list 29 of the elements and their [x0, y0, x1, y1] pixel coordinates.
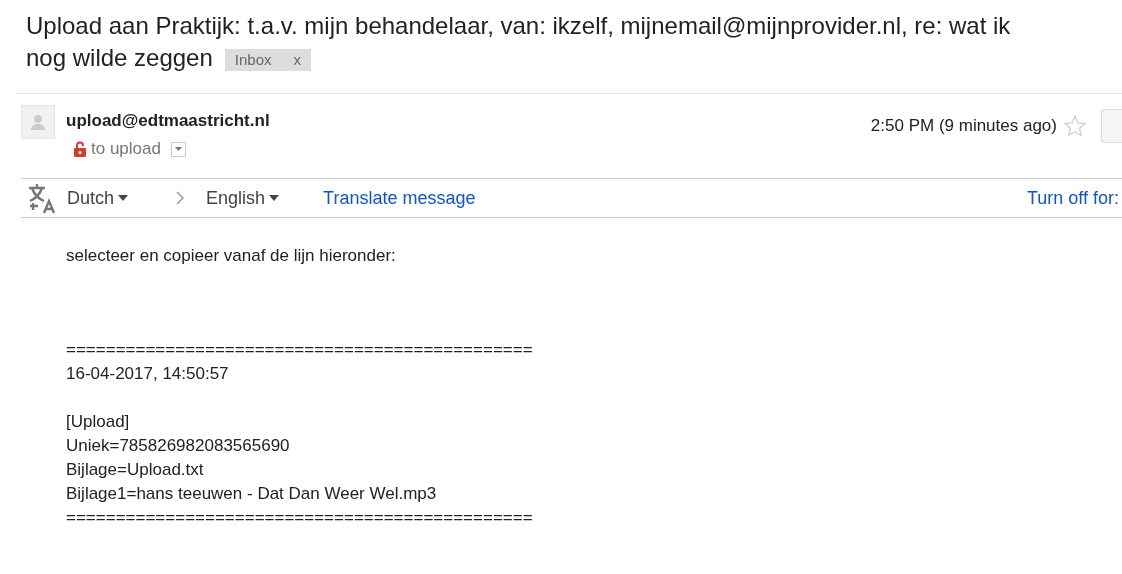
translate-message-link[interactable]: Translate message — [323, 187, 476, 209]
reply-button[interactable] — [1101, 109, 1122, 143]
chevron-icon — [176, 191, 185, 205]
body-text-line: =============================================== — [66, 507, 534, 529]
source-language-dropdown[interactable]: Dutch — [67, 187, 129, 209]
body-text-line: 16-04-2017, 14:50:57 — [66, 363, 230, 385]
details-dropdown-button[interactable] — [170, 141, 186, 157]
body-text-line: Bijlage=Upload.txt — [66, 459, 205, 481]
message-time: 2:50 PM (9 minutes ago) — [870, 116, 1057, 136]
avatar-icon — [21, 105, 55, 139]
padlock-icon — [74, 141, 86, 157]
body-text-line: Bijlage1=hans teeuwen - Dat Dan Weer Wel.mp3 — [66, 483, 438, 505]
email-subject: nog wilde zeggen — [26, 44, 213, 71]
caret-icon — [118, 195, 129, 201]
body-text-line: selecteer en copieer vanaf de lijn hieronder: — [66, 245, 397, 267]
recipient-text: to upload — [91, 139, 161, 159]
translate-icon — [27, 182, 57, 214]
star-icon[interactable] — [1063, 114, 1087, 138]
body-text-line: [Upload] — [66, 411, 131, 433]
turn-off-link[interactable]: Turn off for: — [1026, 187, 1122, 209]
target-language-dropdown[interactable]: English — [206, 187, 280, 209]
remove-label-button[interactable]: x — [293, 48, 301, 71]
body-text-line: =============================================== — [66, 339, 534, 361]
caret-icon — [269, 195, 280, 201]
email-subject: Upload aan Praktijk: t.a.v. mijn behandelaar, van: ikzelf, mijnemail@mijnprovider.nl, re: wat ik — [26, 12, 1011, 39]
sender-address: upload@edtmaastricht.nl — [66, 111, 271, 131]
body-text-line: Uniek=785826982083565690 — [66, 435, 291, 457]
caret-icon — [174, 147, 182, 151]
label-text: Inbox — [234, 49, 272, 70]
